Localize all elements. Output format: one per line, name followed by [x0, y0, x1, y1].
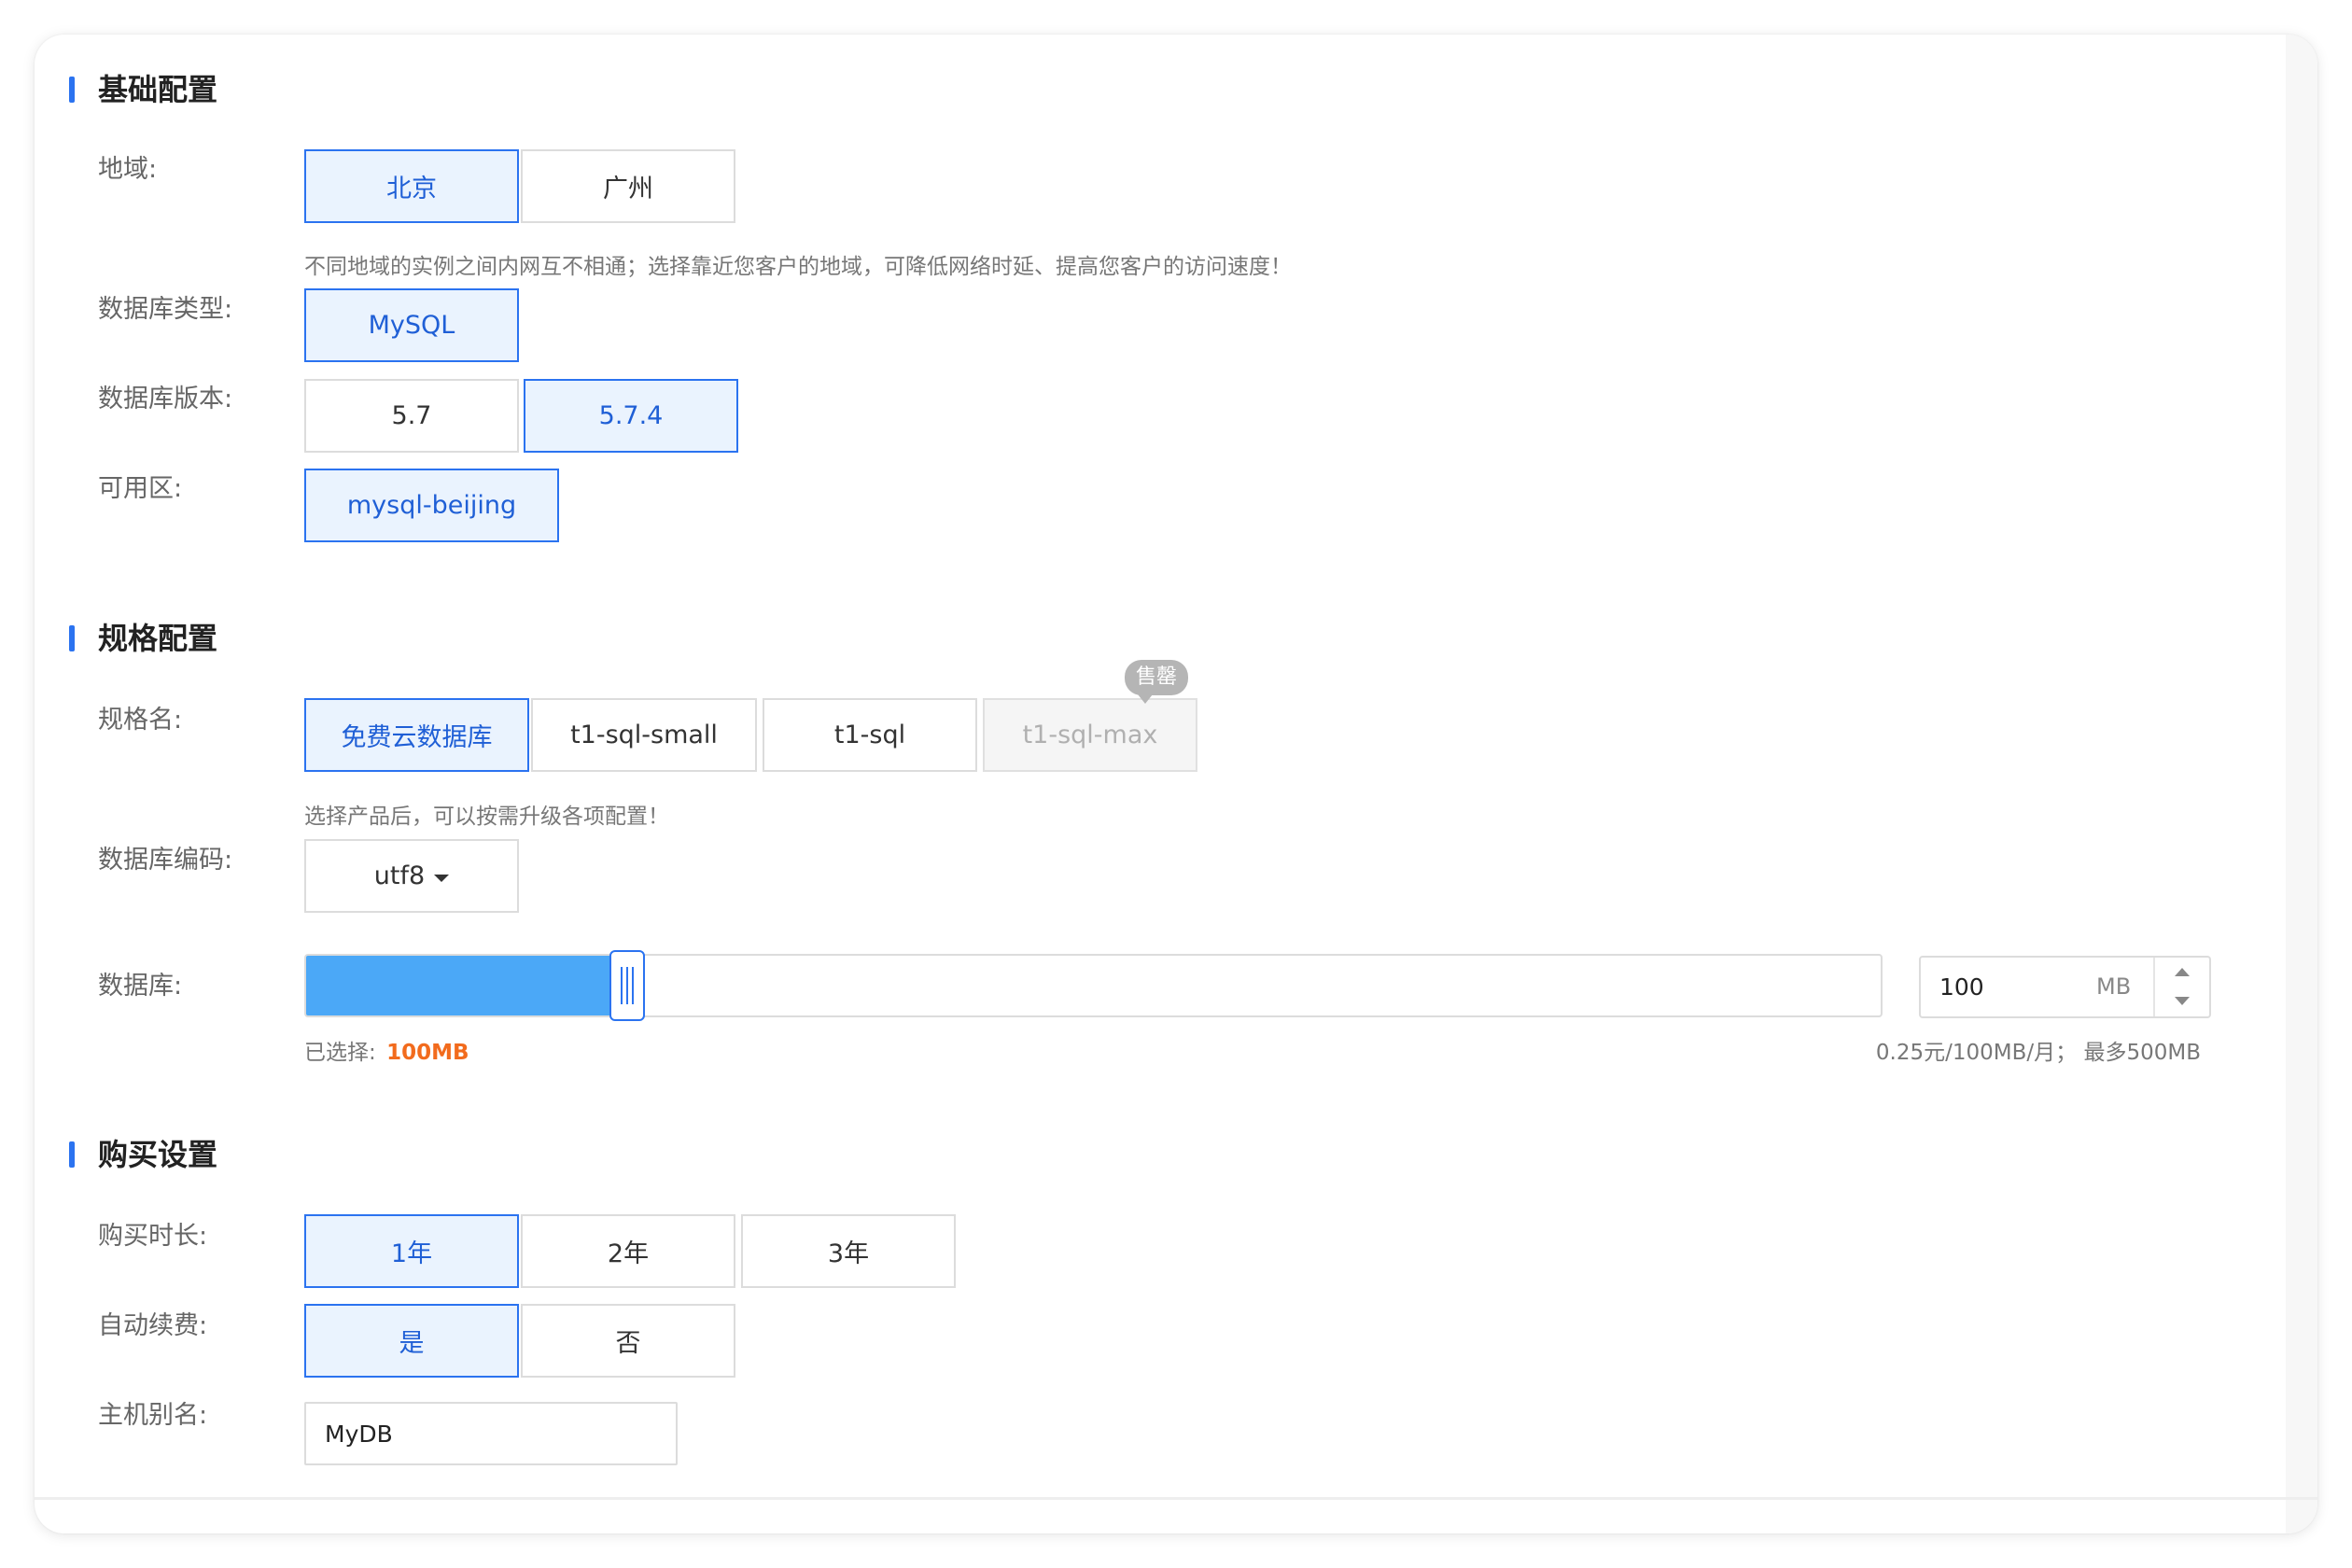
spec-option-t1-sql-max: t1-sql-max [983, 698, 1197, 772]
chevron-up-icon [2175, 968, 2190, 976]
storage-selected: 已选择: 100MB [304, 1034, 469, 1066]
chevron-down-icon [2175, 997, 2190, 1005]
storage-input-unit: MB [2096, 973, 2132, 1000]
stepper-down-button[interactable] [2155, 987, 2209, 1016]
region-hint: 不同地域的实例之间内网互不相通；选择靠近您客户的地域，可降低网络时延、提高您客户… [304, 255, 1292, 279]
label-database: 数据库: [98, 972, 183, 1001]
soldout-badge: 售罄 [1125, 660, 1189, 695]
stepper-up-button[interactable] [2155, 958, 2209, 987]
duration-option-1y[interactable]: 1年 [304, 1214, 519, 1288]
spec-option-t1-sql-small[interactable]: t1-sql-small [531, 698, 757, 772]
region-option-guangzhou[interactable]: 广州 [521, 149, 735, 223]
label-zone: 可用区: [98, 474, 183, 503]
scrollbar-track[interactable] [2286, 35, 2317, 1533]
encoding-value: utf8 [373, 861, 426, 890]
storage-input-value: 100 [1939, 973, 1984, 1001]
section-title-basic: 基础配置 [98, 72, 218, 107]
caret-down-icon [434, 874, 450, 882]
db-version-option-5-7[interactable]: 5.7 [304, 379, 519, 453]
zone-option-mysql-beijing[interactable]: mysql-beijing [304, 469, 559, 542]
auto-renew-option-yes[interactable]: 是 [304, 1304, 519, 1378]
storage-price-note: 0.25元/100MB/月； 最多500MB [1875, 1041, 2201, 1065]
region-option-beijing[interactable]: 北京 [304, 149, 519, 223]
storage-input[interactable]: 100 MB [1919, 956, 2211, 1018]
config-card: 基础配置 地域: 北京 广州 不同地域的实例之间内网互不相通；选择靠近您客户的地… [35, 35, 2317, 1533]
label-db-version: 数据库版本: [98, 385, 233, 413]
label-encoding: 数据库编码: [98, 846, 233, 875]
storage-slider-handle[interactable] [609, 950, 645, 1021]
db-version-option-5-7-4[interactable]: 5.7.4 [524, 379, 738, 453]
section-marker [69, 77, 75, 103]
duration-option-3y[interactable]: 3年 [741, 1214, 956, 1288]
section-title-spec: 规格配置 [98, 621, 218, 656]
auto-renew-option-no[interactable]: 否 [521, 1304, 735, 1378]
bottom-divider [35, 1497, 2317, 1500]
spec-hint: 选择产品后，可以按需升级各项配置！ [304, 805, 669, 829]
storage-slider[interactable] [304, 954, 1883, 1017]
label-auto-renew: 自动续费: [98, 1311, 208, 1340]
label-host-alias: 主机别名: [98, 1401, 208, 1430]
label-duration: 购买时长: [98, 1222, 208, 1251]
spec-option-t1-sql[interactable]: t1-sql [763, 698, 977, 772]
section-marker [69, 1141, 75, 1168]
section-marker [69, 625, 75, 651]
storage-slider-fill [306, 956, 621, 1015]
label-region: 地域: [98, 155, 158, 184]
storage-selected-value: 100MB [386, 1041, 469, 1065]
host-alias-input[interactable]: MyDB [304, 1402, 678, 1465]
storage-selected-prefix: 已选择: [304, 1041, 376, 1065]
soldout-badge-tail [1138, 694, 1153, 704]
duration-option-2y[interactable]: 2年 [521, 1214, 735, 1288]
encoding-select[interactable]: utf8 [304, 839, 519, 913]
db-type-option-mysql[interactable]: MySQL [304, 288, 519, 362]
label-db-type: 数据库类型: [98, 295, 233, 324]
spec-option-free[interactable]: 免费云数据库 [304, 698, 529, 772]
label-spec-name: 规格名: [98, 706, 183, 735]
section-title-purchase: 购买设置 [98, 1137, 218, 1172]
